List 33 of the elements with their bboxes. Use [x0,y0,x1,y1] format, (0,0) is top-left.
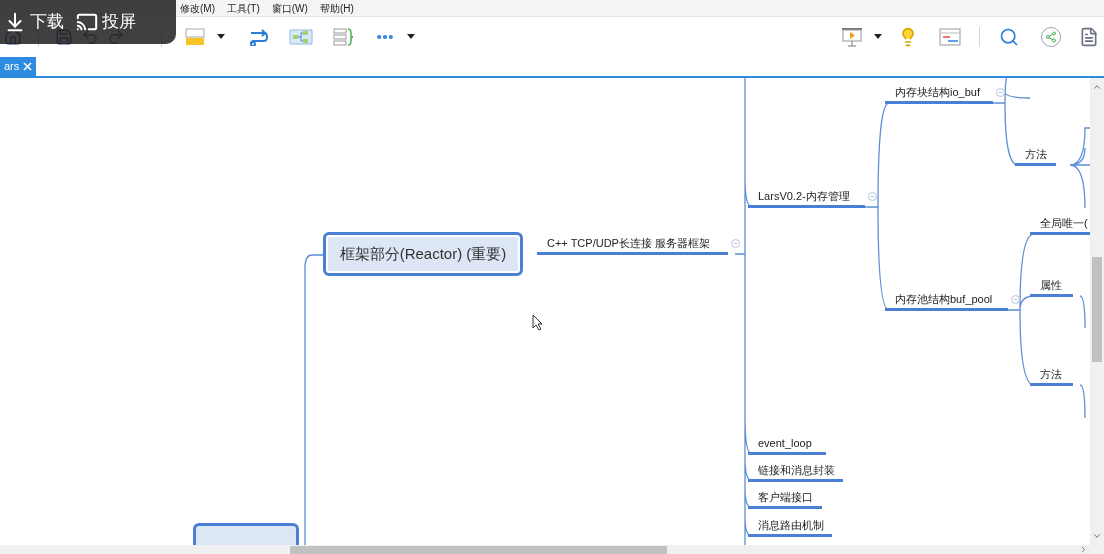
subtopic[interactable]: 内存池结构buf_pool [885,292,1008,311]
menu-item[interactable]: 窗口(W) [271,0,308,16]
subtopic[interactable]: 内存块结构io_buf [885,85,993,104]
scroll-right-icon[interactable] [1079,545,1088,554]
horizontal-scrollbar[interactable] [0,545,1104,554]
subtopic[interactable]: 客户端接口 [748,490,822,509]
menu-item[interactable]: 工具(T) [227,0,260,16]
subtopic[interactable]: 链接和消息封装 [748,463,843,482]
subtopic[interactable]: 消息路由机制 [748,518,832,537]
cast-button[interactable]: 投屏 [76,9,136,35]
root-topic[interactable]: 框架部分(Reactor) (重要) [323,232,523,276]
scroll-down-icon[interactable] [1092,531,1102,541]
menu-item[interactable]: 修改(M) [180,0,215,16]
document-tab[interactable]: ars [0,57,37,76]
mouse-cursor-icon [532,314,543,331]
download-button[interactable]: 下载 [4,9,64,35]
collapse-icon[interactable] [868,192,877,201]
scrollbar-thumb[interactable] [290,545,667,554]
subtopic[interactable]: LarsV0.2-内存管理 [748,189,865,208]
scrollbar-thumb[interactable] [1092,257,1102,362]
vertical-scrollbar[interactable] [1090,78,1104,545]
collapse-icon[interactable] [996,88,1005,97]
close-icon[interactable] [23,62,33,71]
scroll-up-icon[interactable] [1092,82,1102,92]
subtopic[interactable]: 属性 [1030,278,1073,297]
subtopic[interactable]: event_loop [748,436,826,455]
cast-icon [76,11,98,33]
collapse-icon[interactable] [731,239,740,248]
menu-item[interactable]: 帮助(H) [319,0,354,16]
collapse-icon[interactable] [1011,295,1020,304]
subtopic[interactable]: 方法 [1030,367,1073,386]
subtopic[interactable]: 方法 [1015,147,1056,166]
subtopic[interactable]: C++ TCP/UDP长连接 服务器框架 [537,236,728,255]
